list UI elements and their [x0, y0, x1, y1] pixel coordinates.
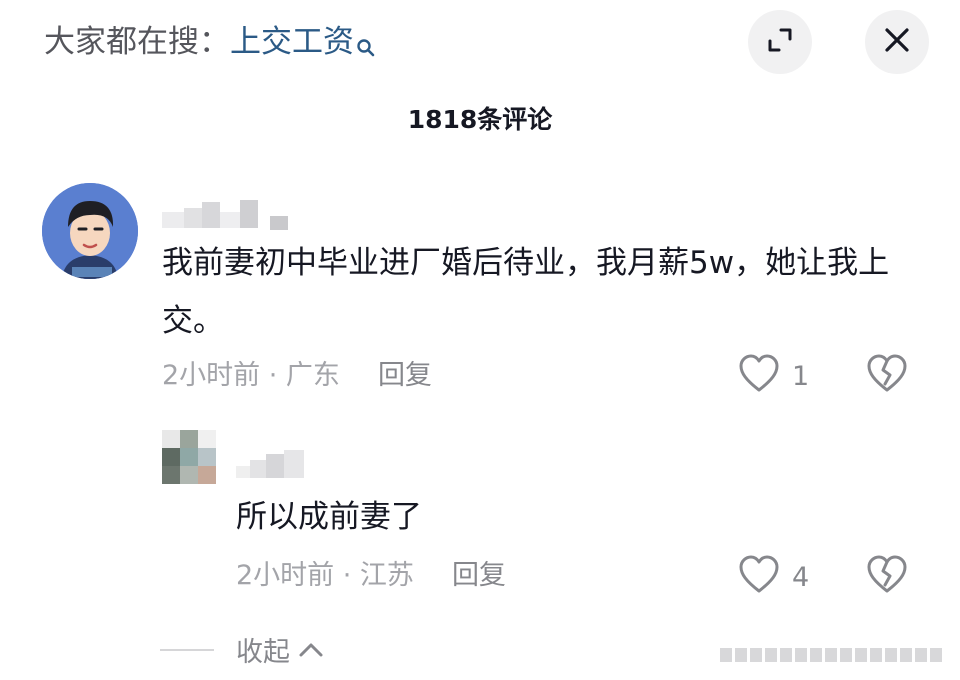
heart-outline-icon — [738, 354, 780, 398]
search-icon — [356, 24, 376, 72]
chevron-up-icon — [298, 641, 324, 659]
comment-text: 我前妻初中毕业进厂婚后待业，我月薪5w，她让我上交。 — [162, 245, 890, 339]
reply-avatar[interactable] — [162, 430, 216, 484]
search-suggestion[interactable]: 大家都在搜：上交工资 — [44, 18, 376, 72]
reply-time-location: 2小时前 · 江苏 — [236, 560, 414, 591]
comment-meta: 2小时前 · 广东 回复 — [162, 356, 432, 396]
reply-like-count: 4 — [792, 561, 810, 593]
collapse-divider — [160, 648, 214, 651]
close-icon — [884, 27, 910, 57]
reply-meta: 2小时前 · 江苏 回复 — [236, 556, 506, 596]
username[interactable] — [162, 198, 292, 232]
like-count: 1 — [792, 360, 810, 392]
heart-outline-icon — [738, 555, 780, 599]
search-suggestion-keyword[interactable]: 上交工资 — [230, 24, 354, 60]
expand-icon — [765, 25, 795, 59]
comment-time-location: 2小时前 · 广东 — [162, 360, 340, 391]
broken-heart-icon — [866, 555, 908, 599]
reply-username[interactable] — [236, 446, 312, 480]
reply-button[interactable]: 回复 — [378, 360, 432, 391]
search-suggestion-prefix: 大家都在搜： — [44, 24, 230, 60]
collapse-label: 收起 — [236, 637, 290, 668]
collapse-replies-button[interactable]: 收起 — [160, 630, 324, 669]
expand-button[interactable] — [748, 10, 812, 74]
close-button[interactable] — [865, 10, 929, 74]
watermark — [720, 648, 942, 662]
broken-heart-icon — [866, 354, 908, 398]
reply-dislike-button[interactable] — [866, 555, 908, 599]
reply-button[interactable]: 回复 — [452, 560, 506, 591]
avatar[interactable] — [42, 183, 138, 279]
comment-count-title: 1818条评论 — [407, 105, 553, 134]
like-button[interactable]: 1 — [738, 354, 809, 398]
reply-text: 所以成前妻了 — [236, 499, 422, 535]
reply-like-button[interactable]: 4 — [738, 555, 809, 599]
dislike-button[interactable] — [866, 354, 908, 398]
